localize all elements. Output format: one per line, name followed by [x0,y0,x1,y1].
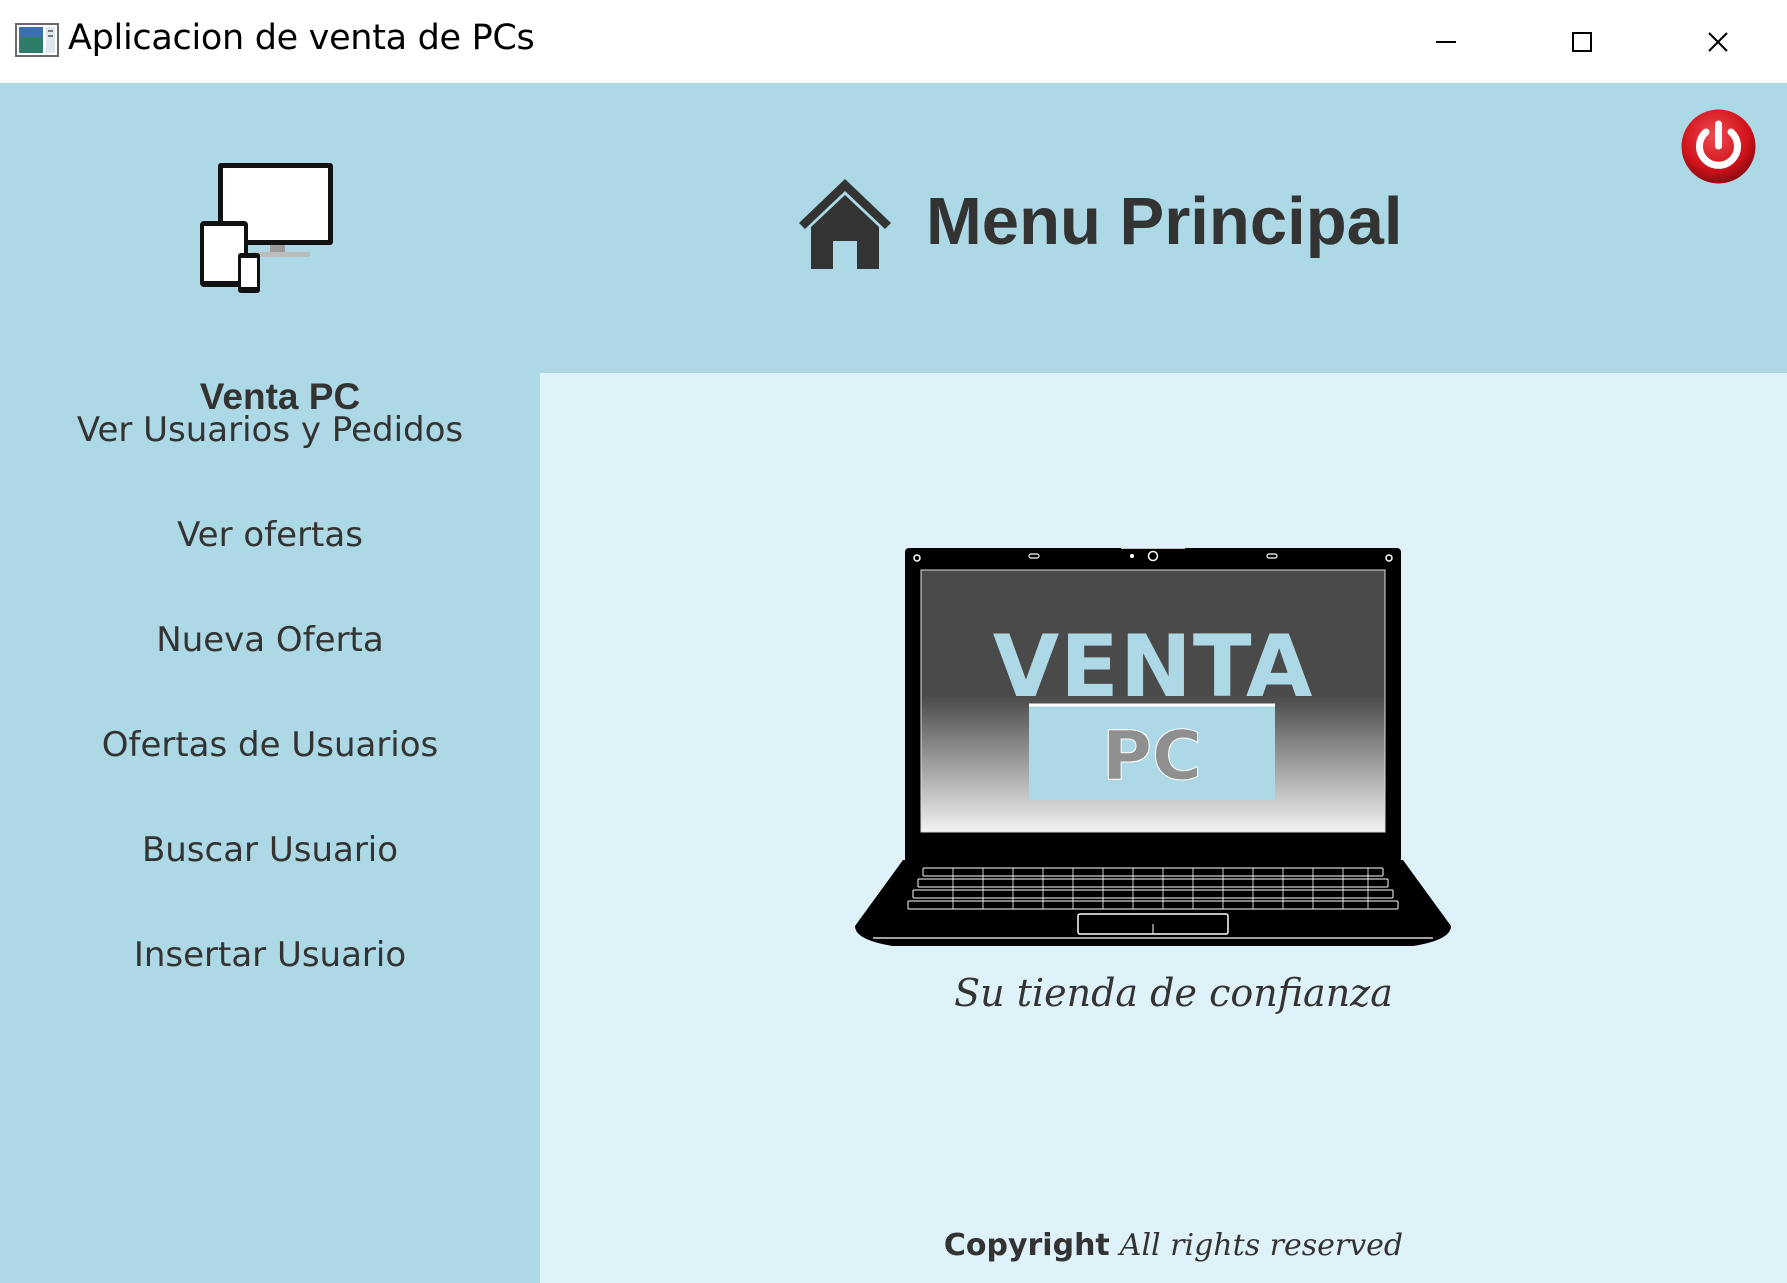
rights-text: All rights reserved [1119,1228,1404,1263]
home-icon [799,179,891,269]
page-title: Menu Principal [926,184,1403,259]
tagline: Su tienda de confianza [954,971,1393,1015]
nav-item-ver-usuarios-pedidos[interactable]: Ver Usuarios y Pedidos [0,395,540,465]
minimize-button[interactable] [1378,0,1514,83]
devices-icon [200,163,333,293]
app-icon [15,23,59,57]
maximize-button[interactable] [1514,0,1650,83]
header: Menu Principal [795,175,1495,275]
screen-subtitle: PC [1102,717,1202,796]
close-icon [1708,31,1728,52]
power-icon [1681,109,1756,184]
nav-item-ofertas-usuarios[interactable]: Ofertas de Usuarios [0,710,540,780]
nav-item-ver-ofertas[interactable]: Ver ofertas [0,500,540,570]
main-content: VENTA PC Su tienda de confianza Copyrigh… [540,373,1787,1283]
laptop-illustration: VENTA PC [855,548,1451,946]
window-title: Aplicacion de venta de PCs [68,18,535,58]
minimize-icon [1436,40,1456,43]
nav-item-insertar-usuario[interactable]: Insertar Usuario [0,920,540,990]
nav-item-nueva-oferta[interactable]: Nueva Oferta [0,605,540,675]
nav-item-buscar-usuario[interactable]: Buscar Usuario [0,815,540,885]
close-button[interactable] [1650,0,1786,83]
maximize-icon [1572,31,1592,52]
brand-logo: Venta PC [195,163,365,423]
copyright-label: Copyright [943,1228,1110,1263]
footer: Copyright All rights reserved [540,1228,1787,1263]
power-button[interactable] [1680,108,1757,185]
screen-title: VENTA [993,617,1314,717]
title-bar: Aplicacion de venta de PCs [0,0,1787,83]
app-window: Venta PC Menu Principal Ver Usuarios y P… [0,83,1787,1283]
